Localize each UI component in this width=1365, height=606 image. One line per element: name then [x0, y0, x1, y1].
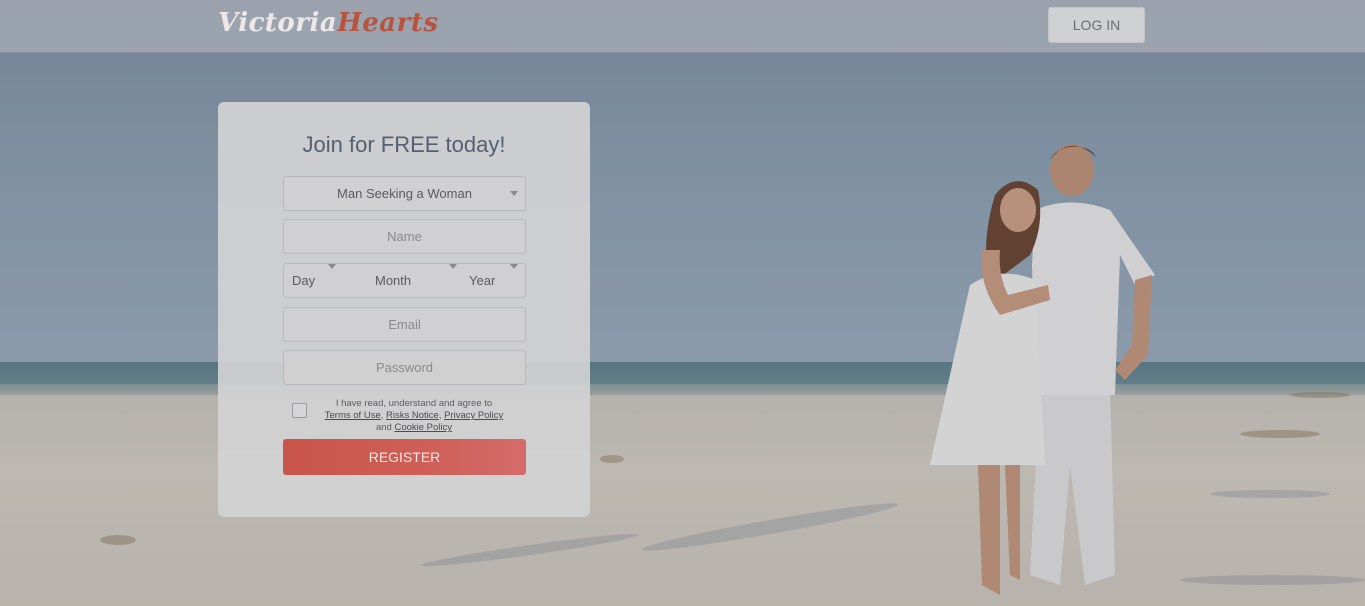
sand-track: [1210, 490, 1330, 498]
logo-text-hearts: Hearts: [337, 8, 439, 38]
signup-form-card: Join for FREE today! Man Seeking a Woman…: [218, 102, 590, 517]
email-placeholder: Email: [388, 317, 421, 332]
dob-day-label: Day: [292, 273, 316, 288]
logo-text-victoria: Victoria: [218, 8, 338, 38]
agree-intro-text: I have read, understand and agree to: [335, 398, 493, 409]
dob-month-label: Month: [375, 273, 412, 288]
terms-of-use-link[interactable]: Terms of Use: [325, 410, 381, 421]
dob-month-select[interactable]: Month: [344, 264, 462, 297]
background-photo: [0, 0, 1365, 606]
dob-year-select[interactable]: Year: [462, 264, 525, 297]
chevron-down-icon: [328, 264, 336, 269]
password-field[interactable]: Password: [283, 350, 526, 385]
seeking-select[interactable]: Man Seeking a Woman: [283, 176, 526, 211]
name-placeholder: Name: [387, 229, 422, 244]
privacy-policy-link[interactable]: Privacy Policy: [444, 410, 503, 421]
beach-grass: [600, 455, 624, 463]
agree-separator: ,: [438, 410, 442, 421]
chevron-down-icon: [449, 264, 457, 269]
date-of-birth-group: Day Month Year: [283, 263, 526, 298]
cookie-policy-link[interactable]: Cookie Policy: [394, 422, 452, 433]
terms-agreement-text: I have read, understand and agree to Ter…: [314, 398, 514, 434]
site-logo[interactable]: VictoriaHearts: [218, 8, 439, 38]
dob-year-label: Year: [469, 273, 496, 288]
password-placeholder: Password: [375, 360, 434, 375]
agree-separator: ,: [380, 410, 384, 421]
chevron-down-icon: [510, 264, 518, 269]
beach-grass: [100, 535, 136, 545]
seeking-select-value: Man Seeking a Woman: [337, 186, 472, 201]
risks-notice-link[interactable]: Risks Notice: [386, 410, 439, 421]
beach-grass: [1240, 430, 1320, 438]
dob-day-select[interactable]: Day: [284, 264, 344, 297]
register-button[interactable]: REGISTER: [283, 439, 526, 475]
agree-and-text: and: [375, 422, 392, 433]
beach-grass: [1290, 392, 1350, 398]
terms-checkbox[interactable]: [292, 403, 307, 418]
email-field[interactable]: Email: [283, 307, 526, 342]
top-header: VictoriaHearts LOG IN: [0, 0, 1365, 53]
chevron-down-icon: [510, 191, 518, 196]
login-button[interactable]: LOG IN: [1048, 7, 1145, 43]
name-field[interactable]: Name: [283, 219, 526, 254]
signup-title: Join for FREE today!: [302, 132, 506, 157]
couple-photo: [930, 144, 1155, 595]
sand-track: [1180, 575, 1365, 585]
